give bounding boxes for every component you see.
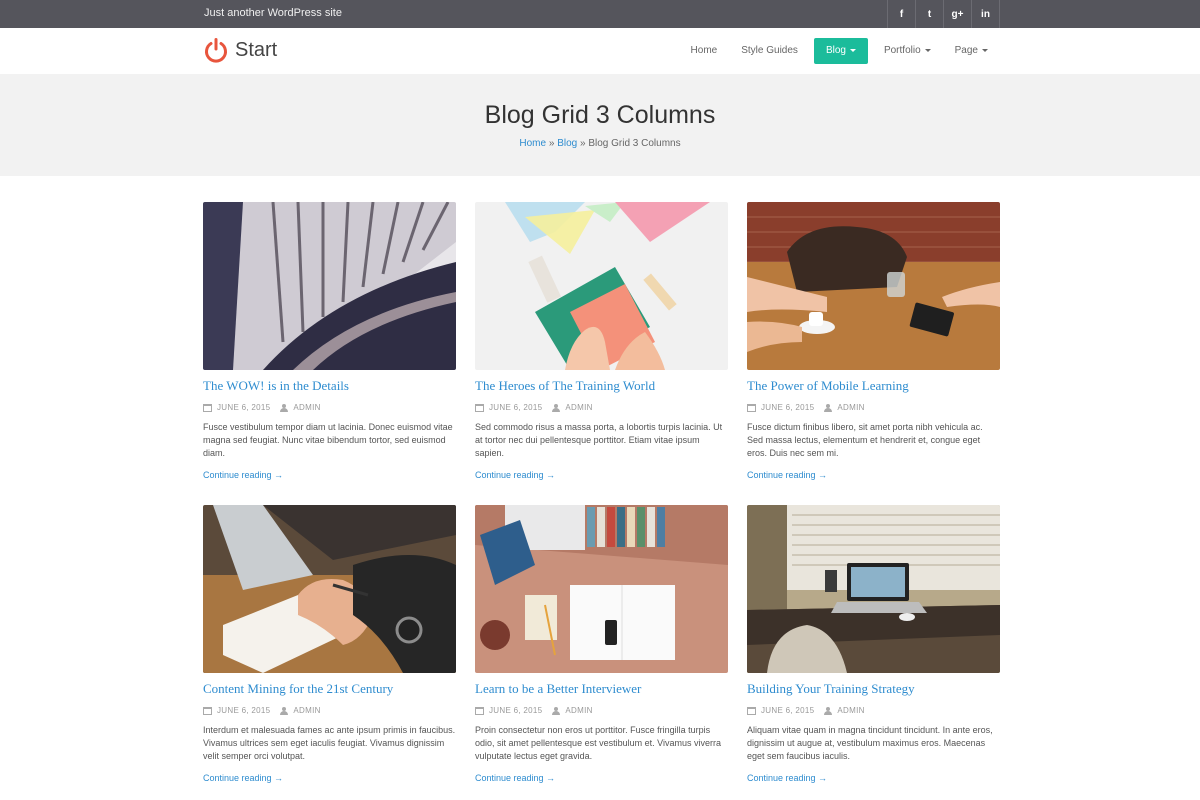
post-date[interactable]: JUNE 6, 2015 bbox=[489, 403, 542, 412]
continue-reading-link[interactable]: Continue reading → bbox=[475, 470, 728, 480]
nav-home[interactable]: Home bbox=[679, 38, 730, 64]
breadcrumb: Home » Blog » Blog Grid 3 Columns bbox=[0, 138, 1200, 149]
power-icon bbox=[203, 37, 229, 63]
post-card: Learn to be a Better Interviewer JUNE 6,… bbox=[475, 505, 728, 783]
post-author[interactable]: ADMIN bbox=[837, 403, 864, 412]
post-thumbnail-writing[interactable] bbox=[203, 505, 456, 673]
top-bar: Just another WordPress site f t g+ in bbox=[0, 0, 1200, 28]
user-icon bbox=[552, 403, 561, 412]
post-author[interactable]: ADMIN bbox=[565, 706, 592, 715]
calendar-icon bbox=[475, 706, 484, 715]
post-card: The Heroes of The Training World JUNE 6,… bbox=[475, 202, 728, 480]
continue-reading-link[interactable]: Continue reading → bbox=[747, 773, 1000, 783]
calendar-icon bbox=[203, 706, 212, 715]
post-author[interactable]: ADMIN bbox=[565, 403, 592, 412]
post-meta: JUNE 6, 2015 ADMIN bbox=[203, 403, 456, 412]
calendar-icon bbox=[475, 403, 484, 412]
main-nav: Home Style Guides Blog Portfolio Page bbox=[679, 38, 1000, 64]
post-meta: JUNE 6, 2015 ADMIN bbox=[475, 403, 728, 412]
site-header: Start Home Style Guides Blog Portfolio P… bbox=[0, 28, 1200, 74]
post-title-link[interactable]: The Power of Mobile Learning bbox=[747, 378, 1000, 394]
breadcrumb-current: Blog Grid 3 Columns bbox=[588, 138, 681, 149]
post-card: Content Mining for the 21st Century JUNE… bbox=[203, 505, 456, 783]
twitter-icon[interactable]: t bbox=[916, 0, 944, 28]
google-plus-icon[interactable]: g+ bbox=[944, 0, 972, 28]
calendar-icon bbox=[203, 403, 212, 412]
continue-reading-link[interactable]: Continue reading → bbox=[203, 470, 456, 480]
site-logo[interactable]: Start bbox=[203, 37, 277, 63]
post-card: Building Your Training Strategy JUNE 6, … bbox=[747, 505, 1000, 783]
logo-text: Start bbox=[235, 38, 278, 61]
chevron-down-icon bbox=[924, 48, 931, 52]
post-excerpt: Fusce vestibulum tempor diam ut lacinia.… bbox=[203, 422, 453, 458]
site-tagline: Just another WordPress site bbox=[204, 7, 342, 19]
post-date[interactable]: JUNE 6, 2015 bbox=[761, 706, 814, 715]
post-card: The WOW! is in the Details JUNE 6, 2015 … bbox=[203, 202, 456, 480]
social-links: f t g+ in bbox=[887, 0, 1000, 28]
post-excerpt: Proin consectetur non eros ut porttitor.… bbox=[475, 725, 721, 761]
post-title-link[interactable]: The Heroes of The Training World bbox=[475, 378, 728, 394]
breadcrumb-separator: » bbox=[577, 138, 589, 149]
post-thumbnail-design-desk[interactable] bbox=[475, 505, 728, 673]
nav-style-guides[interactable]: Style Guides bbox=[729, 38, 810, 64]
chevron-down-icon bbox=[849, 48, 856, 52]
post-card: The Power of Mobile Learning JUNE 6, 201… bbox=[747, 202, 1000, 480]
breadcrumb-blog[interactable]: Blog bbox=[557, 138, 577, 149]
nav-blog[interactable]: Blog bbox=[813, 38, 868, 64]
nav-blog-label: Blog bbox=[825, 45, 846, 56]
post-thumbnail-laptop-window[interactable] bbox=[747, 505, 1000, 673]
post-excerpt: Fusce dictum finibus libero, sit amet po… bbox=[747, 422, 983, 458]
post-excerpt: Interdum et malesuada fames ac ante ipsu… bbox=[203, 725, 456, 761]
calendar-icon bbox=[747, 706, 756, 715]
post-author[interactable]: ADMIN bbox=[837, 706, 864, 715]
post-date[interactable]: JUNE 6, 2015 bbox=[489, 706, 542, 715]
nav-portfolio[interactable]: Portfolio bbox=[872, 38, 943, 64]
post-date[interactable]: JUNE 6, 2015 bbox=[217, 706, 270, 715]
page-title: Blog Grid 3 Columns bbox=[484, 101, 716, 129]
page-title-band: Blog Grid 3 Columns Home » Blog » Blog G… bbox=[0, 74, 1200, 176]
nav-portfolio-label: Portfolio bbox=[883, 45, 921, 56]
nav-page[interactable]: Page bbox=[943, 38, 1000, 64]
facebook-icon[interactable]: f bbox=[888, 0, 916, 28]
user-icon bbox=[552, 706, 561, 715]
post-thumbnail-library[interactable] bbox=[203, 202, 456, 370]
user-icon bbox=[824, 706, 833, 715]
user-icon bbox=[280, 706, 289, 715]
post-meta: JUNE 6, 2015 ADMIN bbox=[747, 403, 1000, 412]
post-author[interactable]: ADMIN bbox=[293, 706, 320, 715]
post-date[interactable]: JUNE 6, 2015 bbox=[217, 403, 270, 412]
nav-page-label: Page bbox=[954, 45, 978, 56]
post-author[interactable]: ADMIN bbox=[293, 403, 320, 412]
post-title-link[interactable]: Content Mining for the 21st Century bbox=[203, 681, 456, 697]
post-thumbnail-hands[interactable] bbox=[475, 202, 728, 370]
user-icon bbox=[280, 403, 289, 412]
continue-reading-link[interactable]: Continue reading → bbox=[747, 470, 1000, 480]
breadcrumb-separator: » bbox=[546, 138, 558, 149]
post-title-link[interactable]: Learn to be a Better Interviewer bbox=[475, 681, 728, 697]
linkedin-icon[interactable]: in bbox=[972, 0, 1000, 28]
post-title-link[interactable]: The WOW! is in the Details bbox=[203, 378, 456, 394]
post-meta: JUNE 6, 2015 ADMIN bbox=[747, 706, 1000, 715]
post-meta: JUNE 6, 2015 ADMIN bbox=[203, 706, 456, 715]
post-title-link[interactable]: Building Your Training Strategy bbox=[747, 681, 1000, 697]
post-excerpt: Sed commodo risus a massa porta, a lobor… bbox=[475, 422, 723, 458]
post-thumbnail-meeting[interactable] bbox=[747, 202, 1000, 370]
post-date[interactable]: JUNE 6, 2015 bbox=[761, 403, 814, 412]
post-excerpt: Aliquam vitae quam in magna tincidunt ti… bbox=[747, 725, 993, 761]
continue-reading-link[interactable]: Continue reading → bbox=[475, 773, 728, 783]
user-icon bbox=[824, 403, 833, 412]
calendar-icon bbox=[747, 403, 756, 412]
breadcrumb-home[interactable]: Home bbox=[519, 138, 546, 149]
chevron-down-icon bbox=[982, 48, 988, 52]
continue-reading-link[interactable]: Continue reading → bbox=[203, 773, 456, 783]
post-meta: JUNE 6, 2015 ADMIN bbox=[475, 706, 728, 715]
